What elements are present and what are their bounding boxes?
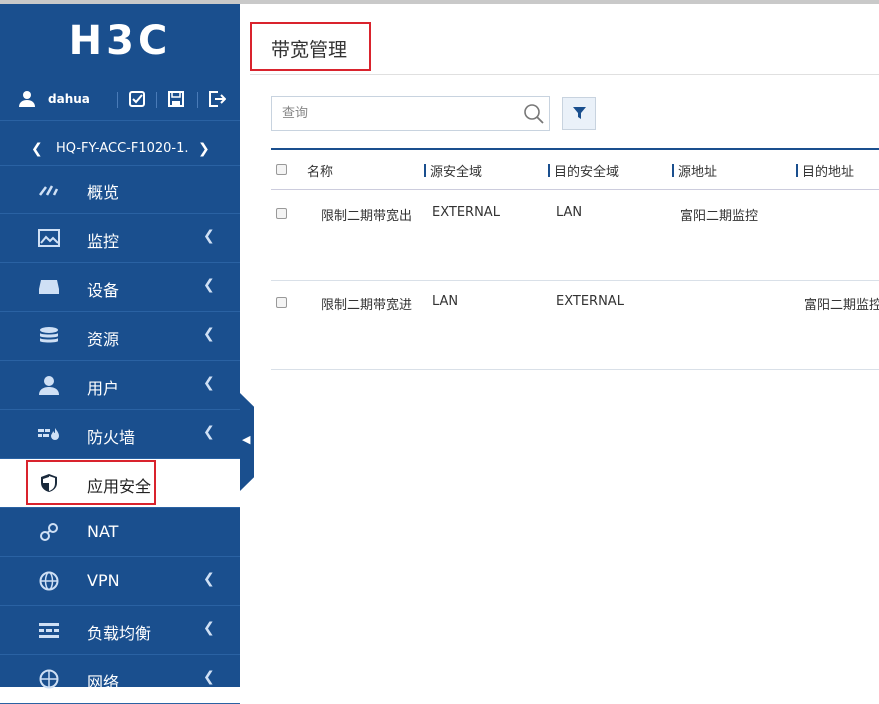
- sidebar-item-label: 设备: [87, 281, 120, 300]
- divider: [156, 92, 157, 108]
- device-icon: [39, 280, 59, 294]
- user-icon: [39, 376, 59, 395]
- sidebar-item-label: 负载均衡: [87, 624, 152, 643]
- gauge-icon: [39, 185, 59, 196]
- sidebar-item-label: 网络: [87, 673, 120, 692]
- save-config-check-icon[interactable]: [128, 90, 146, 108]
- row-checkbox[interactable]: [276, 208, 287, 219]
- network-icon: [39, 669, 59, 689]
- column-header-src-addr[interactable]: 源地址: [672, 161, 717, 180]
- sidebar-item-label: 资源: [87, 330, 120, 349]
- sidebar-item-user[interactable]: 用户 ❮: [0, 361, 240, 410]
- page-title: 带宽管理: [271, 39, 348, 61]
- sidebar-item-label: 概览: [87, 183, 120, 202]
- table-header: 名称 源安全域 目的安全域 源地址 目的地址: [271, 148, 879, 190]
- logout-icon[interactable]: [208, 90, 226, 108]
- cell-dst-zone: EXTERNAL: [556, 294, 624, 309]
- globe-icon: [39, 571, 59, 591]
- divider: [117, 92, 118, 108]
- column-header-name[interactable]: 名称: [307, 161, 333, 180]
- sidebar-item-firewall[interactable]: 防火墙 ❮: [0, 410, 240, 459]
- save-icon[interactable]: [167, 90, 185, 108]
- chevron-left-icon: ❮: [203, 571, 215, 587]
- table-row[interactable]: 限制二期带宽出 EXTERNAL LAN 富阳二期监控: [271, 191, 879, 281]
- search-box[interactable]: [271, 96, 550, 131]
- column-header-dst-zone[interactable]: 目的安全域: [548, 161, 619, 180]
- firewall-icon: [38, 428, 59, 440]
- filter-icon: [573, 107, 586, 119]
- sidebar: H3C dahua ❮ HQ-FY-ACC-F1020-1. ❯ 概览 监控 ❮…: [0, 4, 240, 704]
- chevron-right-icon[interactable]: ❯: [198, 141, 210, 157]
- h3c-logo: H3C: [68, 18, 172, 64]
- cell-src-zone: LAN: [432, 294, 459, 309]
- user-avatar-icon: [19, 91, 35, 107]
- sidebar-item-label: 防火墙: [87, 428, 136, 447]
- table-row[interactable]: 限制二期带宽进 LAN EXTERNAL 富阳二期监控: [271, 280, 879, 370]
- sidebar-item-monitor[interactable]: 监控 ❮: [0, 214, 240, 263]
- cell-name: 限制二期带宽进: [321, 298, 413, 313]
- cell-src-zone: EXTERNAL: [432, 205, 500, 220]
- collapse-arrow-icon: ◀: [242, 433, 251, 446]
- sidebar-item-label: 用户: [87, 379, 120, 398]
- sidebar-item-label: NAT: [87, 522, 119, 541]
- chevron-left-icon[interactable]: ❮: [31, 141, 43, 157]
- sidebar-item-label: 监控: [87, 232, 120, 251]
- divider: [197, 92, 198, 108]
- chevron-left-icon: ❮: [203, 277, 215, 293]
- filter-button[interactable]: [562, 97, 596, 130]
- column-header-dst-addr[interactable]: 目的地址: [796, 161, 854, 180]
- search-input[interactable]: [280, 105, 514, 122]
- monitor-chart-icon: [38, 229, 60, 247]
- sidebar-collapse-toggle[interactable]: ◀: [240, 393, 254, 491]
- column-header-src-zone[interactable]: 源安全域: [424, 161, 482, 180]
- user-name: dahua: [48, 92, 90, 106]
- nav-menu: 概览 监控 ❮ 设备 ❮ 资源 ❮ 用户 ❮ 防火墙 ❮ 应用安全 NAT VP…: [0, 165, 240, 704]
- highlight-box: [26, 460, 156, 505]
- load-balance-icon: [39, 623, 59, 638]
- user-bar: dahua: [0, 78, 240, 121]
- database-icon: [40, 327, 58, 343]
- device-selector[interactable]: ❮ HQ-FY-ACC-F1020-1. ❯: [0, 133, 240, 166]
- chevron-left-icon: ❮: [203, 326, 215, 342]
- chevron-left-icon: ❮: [203, 669, 215, 685]
- sidebar-item-load-balance[interactable]: 负载均衡 ❮: [0, 606, 240, 655]
- chevron-left-icon: ❮: [203, 375, 215, 391]
- search-icon[interactable]: [523, 103, 545, 125]
- row-checkbox[interactable]: [276, 297, 287, 308]
- cell-dst-zone: LAN: [556, 205, 583, 220]
- title-divider: [250, 74, 879, 75]
- sidebar-item-vpn[interactable]: VPN ❮: [0, 557, 240, 606]
- sidebar-item-network[interactable]: 网络 ❮: [0, 655, 240, 704]
- sidebar-item-resource[interactable]: 资源 ❮: [0, 312, 240, 361]
- sidebar-item-overview[interactable]: 概览: [0, 165, 240, 214]
- cell-name: 限制二期带宽出: [321, 209, 413, 224]
- device-name: HQ-FY-ACC-F1020-1.: [56, 141, 189, 156]
- cell-dst-addr: 富阳二期监控: [804, 298, 879, 313]
- sidebar-item-nat[interactable]: NAT: [0, 508, 240, 557]
- sidebar-item-label: VPN: [87, 571, 120, 590]
- chevron-left-icon: ❮: [203, 424, 215, 440]
- nat-icon: [40, 523, 58, 541]
- select-all-checkbox[interactable]: [276, 164, 287, 175]
- sidebar-item-device[interactable]: 设备 ❮: [0, 263, 240, 312]
- chevron-left-icon: ❮: [203, 620, 215, 636]
- cell-src-addr: 富阳二期监控: [680, 209, 759, 224]
- chevron-left-icon: ❮: [203, 228, 215, 244]
